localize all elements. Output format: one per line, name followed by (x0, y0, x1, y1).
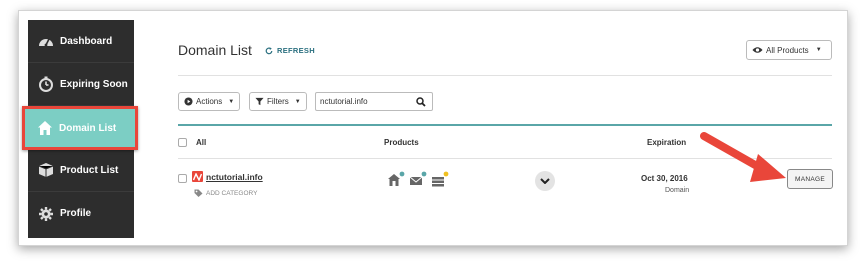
annotation-arrow (700, 132, 786, 182)
